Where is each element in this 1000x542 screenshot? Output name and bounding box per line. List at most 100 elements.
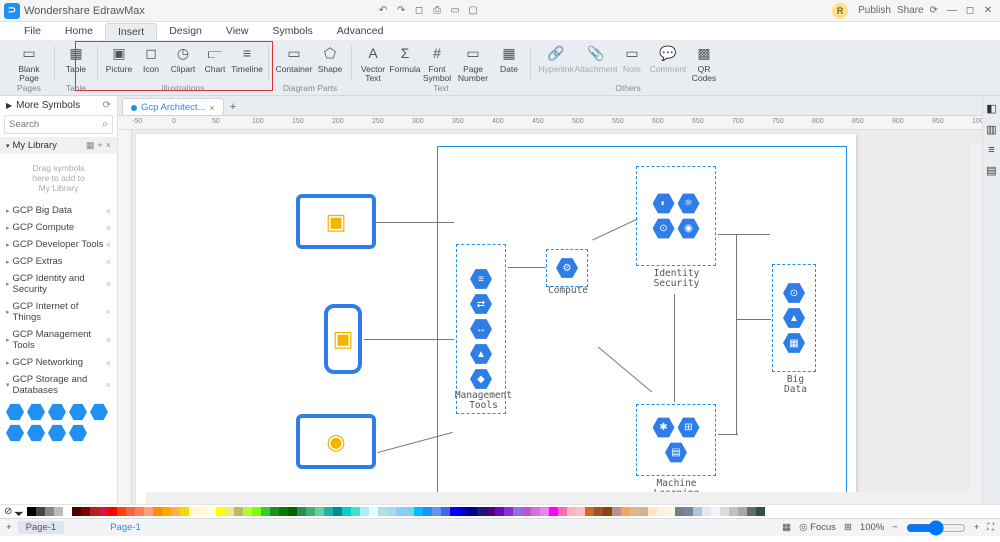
color-swatch[interactable]	[144, 507, 153, 516]
qr-button[interactable]: ▩QR Codes	[688, 42, 720, 82]
color-swatch[interactable]	[378, 507, 387, 516]
color-swatch[interactable]	[342, 507, 351, 516]
color-swatch[interactable]	[648, 507, 657, 516]
compute-node[interactable]: ⚙	[546, 249, 588, 287]
color-swatch[interactable]	[468, 507, 477, 516]
sidebar-cat[interactable]: ▸GCP Networking×	[0, 354, 117, 371]
sidebar-cat[interactable]: ▸GCP Extras×	[0, 253, 117, 270]
sidebar-cat[interactable]: ▸GCP Identity and Security×	[0, 270, 117, 298]
sidebar-cat[interactable]: ▸GCP Compute×	[0, 219, 117, 236]
color-swatch[interactable]	[450, 507, 459, 516]
color-swatch[interactable]	[675, 507, 684, 516]
color-swatch[interactable]	[207, 507, 216, 516]
hyperlink-button[interactable]: 🔗Hyperlink	[536, 42, 576, 74]
chart-button[interactable]: ⫍Chart	[199, 42, 231, 74]
picture-button[interactable]: ▣Picture	[103, 42, 135, 74]
color-swatch[interactable]	[180, 507, 189, 516]
comment-button[interactable]: 💬Comment	[648, 42, 688, 74]
new-tab-button[interactable]: +	[224, 99, 242, 115]
zoom-in-icon[interactable]: +	[974, 522, 980, 533]
color-swatch[interactable]	[747, 507, 756, 516]
tablet-device-2[interactable]: ◉	[296, 414, 376, 469]
palette-shape[interactable]	[90, 403, 108, 421]
shape-button[interactable]: ⬠Shape	[314, 42, 346, 74]
page[interactable]: ▣ ▣ ◉ ≡⇄↔▲◆ Management Tools ⚙ Compute ◐…	[136, 134, 856, 504]
note-button[interactable]: ▭Note	[616, 42, 648, 74]
phone-device[interactable]: ▣	[324, 304, 362, 374]
color-swatch[interactable]	[396, 507, 405, 516]
grid-icon[interactable]: ▦	[86, 140, 95, 151]
color-swatch[interactable]	[216, 507, 225, 516]
share-link[interactable]: Share	[897, 5, 924, 16]
sidebar-cat[interactable]: ▸GCP Developer Tools×	[0, 236, 117, 253]
my-library-label[interactable]: My Library	[13, 140, 57, 151]
fill-panel-icon[interactable]: ▥	[986, 123, 996, 136]
menu-insert[interactable]: Insert	[105, 23, 157, 40]
minimize-icon[interactable]: —	[944, 3, 960, 19]
remove-icon[interactable]: ×	[106, 140, 111, 151]
zoom-slider[interactable]	[906, 520, 966, 536]
layers-panel-icon[interactable]: ▤	[986, 164, 996, 177]
color-swatch[interactable]	[666, 507, 675, 516]
color-swatch[interactable]	[162, 507, 171, 516]
color-swatch[interactable]	[225, 507, 234, 516]
clipart-button[interactable]: ◷Clipart	[167, 42, 199, 74]
color-swatch[interactable]	[432, 507, 441, 516]
color-swatch[interactable]	[423, 507, 432, 516]
color-swatch[interactable]	[621, 507, 630, 516]
palette-shape[interactable]	[69, 403, 87, 421]
color-swatch[interactable]	[360, 507, 369, 516]
color-swatch[interactable]	[171, 507, 180, 516]
fit-icon[interactable]: ⊞	[844, 522, 852, 533]
tab-close-icon[interactable]: ×	[209, 103, 214, 113]
management-tools-node[interactable]: ≡⇄↔▲◆	[456, 244, 506, 414]
page-number-button[interactable]: ▭Page Number	[453, 42, 493, 82]
color-swatch[interactable]	[63, 507, 72, 516]
menu-advanced[interactable]: Advanced	[325, 23, 396, 39]
color-swatch[interactable]	[495, 507, 504, 516]
palette-shape[interactable]	[6, 424, 24, 442]
color-swatch[interactable]	[639, 507, 648, 516]
color-swatch[interactable]	[324, 507, 333, 516]
nofill-icon[interactable]: ⊘	[4, 506, 12, 517]
color-swatch[interactable]	[306, 507, 315, 516]
color-swatch[interactable]	[333, 507, 342, 516]
save-icon[interactable]: ▢	[465, 3, 481, 19]
color-swatch[interactable]	[702, 507, 711, 516]
color-swatch[interactable]	[756, 507, 765, 516]
canvas[interactable]: ▣ ▣ ◉ ≡⇄↔▲◆ Management Tools ⚙ Compute ◐…	[132, 130, 982, 504]
grid-toggle-icon[interactable]: ▦	[782, 522, 791, 533]
color-swatch[interactable]	[243, 507, 252, 516]
color-swatch[interactable]	[567, 507, 576, 516]
color-swatch[interactable]	[126, 507, 135, 516]
color-swatch[interactable]	[315, 507, 324, 516]
color-swatch[interactable]	[513, 507, 522, 516]
color-swatch[interactable]	[198, 507, 207, 516]
color-swatch[interactable]	[252, 507, 261, 516]
blank-page-button[interactable]: ▭Blank Page	[9, 42, 49, 82]
color-swatch[interactable]	[531, 507, 540, 516]
export-icon[interactable]: ▭	[447, 3, 463, 19]
color-swatch[interactable]	[684, 507, 693, 516]
icon-button[interactable]: ◻Icon	[135, 42, 167, 74]
sync-icon[interactable]: ⟳	[930, 5, 938, 16]
color-swatch[interactable]	[72, 507, 81, 516]
add-icon[interactable]: +	[97, 140, 102, 151]
formula-button[interactable]: ΣFormula	[389, 42, 421, 74]
color-swatch[interactable]	[540, 507, 549, 516]
redo-icon[interactable]: ↷	[393, 3, 409, 19]
palette-shape[interactable]	[6, 403, 24, 421]
print-icon[interactable]: ⎙	[429, 3, 445, 19]
color-swatch[interactable]	[522, 507, 531, 516]
color-swatch[interactable]	[297, 507, 306, 516]
color-swatch[interactable]	[270, 507, 279, 516]
color-swatch[interactable]	[351, 507, 360, 516]
menu-file[interactable]: File	[12, 23, 53, 39]
identity-node[interactable]: ◐⚛⊙◉	[636, 166, 716, 266]
color-swatch[interactable]	[486, 507, 495, 516]
color-swatch[interactable]	[234, 507, 243, 516]
color-swatch[interactable]	[711, 507, 720, 516]
bigdata-node[interactable]: ⊙▲▦	[772, 264, 816, 372]
color-swatch[interactable]	[630, 507, 639, 516]
timeline-button[interactable]: ≡Timeline	[231, 42, 263, 74]
